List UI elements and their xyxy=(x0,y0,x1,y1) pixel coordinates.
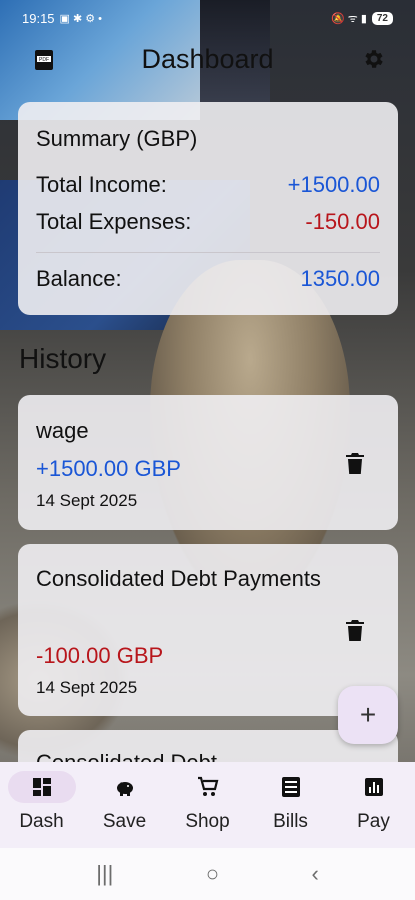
nav-label: Bills xyxy=(273,811,308,832)
expenses-row: Total Expenses: -150.00 xyxy=(36,209,380,235)
nav-item-bills[interactable]: Bills xyxy=(249,762,332,848)
history-entry[interactable]: Consolidated Debt Payments -100.00 GBP 1… xyxy=(18,544,398,716)
top-app-bar: PDF Dashboard xyxy=(0,38,415,82)
shopping-cart-icon xyxy=(197,776,218,796)
delete-trash-icon[interactable] xyxy=(346,453,364,475)
add-entry-button[interactable]: + xyxy=(338,686,398,744)
income-value: +1500.00 xyxy=(287,172,380,197)
nav-label: Shop xyxy=(185,811,230,832)
expenses-value: -150.00 xyxy=(305,209,380,234)
nav-item-shop[interactable]: Shop xyxy=(166,762,249,848)
history-heading: History xyxy=(19,343,107,374)
expenses-label: Total Expenses: xyxy=(36,209,192,234)
balance-value: 1350.00 xyxy=(300,266,380,291)
entry-name: wage xyxy=(36,418,89,443)
bar-chart-icon xyxy=(364,778,383,796)
delete-trash-icon[interactable] xyxy=(346,620,364,642)
bottom-navigation: Dash Save Shop Bills Pay xyxy=(0,762,415,848)
entry-date: 14 Sept 2025 xyxy=(36,491,138,510)
history-entry[interactable]: wage +1500.00 GBP 14 Sept 2025 xyxy=(18,395,398,530)
entry-name: Consolidated Debt Payments xyxy=(36,566,321,591)
income-row: Total Income: +1500.00 xyxy=(36,172,380,198)
receipt-icon xyxy=(281,777,300,797)
summary-title: Summary (GBP) xyxy=(36,126,198,151)
battery-indicator: 72 xyxy=(371,11,393,25)
system-navigation-bar: ||| ○ ‹ xyxy=(0,848,415,900)
balance-row: Balance: 1350.00 xyxy=(36,266,380,292)
notification-icons: ▣ ✱ ⚙ • xyxy=(59,12,103,25)
entry-date: 14 Sept 2025 xyxy=(36,678,138,697)
balance-label: Balance: xyxy=(36,266,122,291)
status-bar: 19:15 ▣ ✱ ⚙ • 🔕 ᯤ ▮ 72 xyxy=(0,0,415,36)
settings-gear-icon[interactable] xyxy=(361,47,385,71)
summary-divider xyxy=(36,252,380,253)
signal-icons: 🔕 ᯤ ▮ xyxy=(330,12,367,25)
summary-card: Summary (GBP) Total Income: +1500.00 Tot… xyxy=(18,102,398,315)
income-label: Total Income: xyxy=(36,172,167,197)
status-time: 19:15 xyxy=(22,10,55,26)
plus-icon: + xyxy=(359,699,377,730)
entry-amount: -100.00 GBP xyxy=(36,643,164,668)
entry-amount: +1500.00 GBP xyxy=(36,456,181,481)
nav-item-dash[interactable]: Dash xyxy=(0,762,83,848)
back-icon[interactable]: ‹ xyxy=(311,861,318,887)
recent-apps-icon[interactable]: ||| xyxy=(96,861,113,887)
nav-label: Save xyxy=(102,811,147,832)
nav-item-save[interactable]: Save xyxy=(83,762,166,848)
nav-item-pay[interactable]: Pay xyxy=(332,762,415,848)
dashboard-icon xyxy=(32,778,51,796)
nav-label: Dash xyxy=(19,811,64,832)
nav-label: Pay xyxy=(357,811,390,832)
home-icon[interactable]: ○ xyxy=(206,861,219,887)
page-title: Dashboard xyxy=(141,44,274,74)
piggy-bank-icon xyxy=(116,782,133,796)
